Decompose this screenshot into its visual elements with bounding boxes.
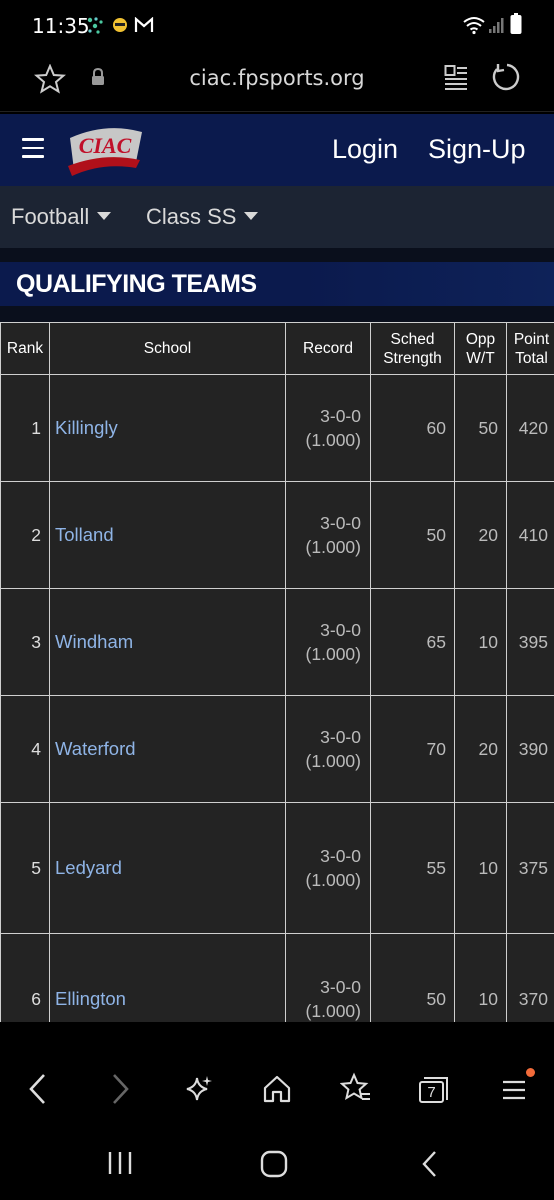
opp-wt-cell: 10: [454, 933, 507, 1022]
rank-cell: 5: [0, 802, 50, 934]
home-button-icon[interactable]: [260, 1150, 288, 1178]
table-row: 6 Ellington 3-0-0 (1.000) 50 10 370: [0, 933, 554, 1022]
status-bar: 11:35: [0, 0, 554, 50]
sched-strength-cell: 55: [370, 802, 455, 934]
signal-icon: [489, 18, 504, 33]
chevron-down-icon: [244, 212, 259, 220]
opp-wt-cell: 10: [454, 802, 507, 934]
column-header-sched-strength[interactable]: Sched Strength: [370, 322, 455, 375]
rank-cell: 4: [0, 695, 50, 803]
point-total-cell: 420: [506, 374, 554, 482]
table-header-row: Rank School Record Sched Strength Opp W/…: [0, 322, 554, 375]
tabs-button[interactable]: 7: [418, 1074, 450, 1104]
qualifying-teams-table[interactable]: Rank School Record Sched Strength Opp W/…: [0, 322, 554, 1022]
section-title: QUALIFYING TEAMS: [16, 270, 257, 298]
school-link[interactable]: Ledyard: [49, 802, 286, 934]
gmail-icon: [134, 17, 154, 32]
forward-arrow-icon[interactable]: [108, 1072, 132, 1106]
tab-count: 7: [427, 1084, 436, 1101]
reload-icon[interactable]: [490, 62, 520, 92]
emoji-notification-icon: [113, 18, 127, 32]
sched-strength-cell: 65: [370, 588, 455, 696]
point-total-cell: 410: [506, 481, 554, 589]
notification-dot: [526, 1068, 535, 1077]
table-row: 5 Ledyard 3-0-0 (1.000) 55 10 375: [0, 802, 554, 934]
system-back-icon[interactable]: [420, 1150, 440, 1178]
point-total-cell: 370: [506, 933, 554, 1022]
table-row: 2 Tolland 3-0-0 (1.000) 50 20 410: [0, 481, 554, 589]
battery-icon: [510, 13, 522, 34]
sched-strength-cell: 50: [370, 933, 455, 1022]
sched-strength-cell: 60: [370, 374, 455, 482]
school-link[interactable]: Tolland: [49, 481, 286, 589]
record-cell: 3-0-0 (1.000): [285, 481, 371, 589]
record-cell: 3-0-0 (1.000): [285, 588, 371, 696]
point-total-cell: 375: [506, 802, 554, 934]
opp-wt-cell: 20: [454, 481, 507, 589]
class-dropdown[interactable]: Class SS: [146, 204, 259, 230]
ciac-logo[interactable]: CIAC: [66, 122, 144, 180]
rank-cell: 2: [0, 481, 50, 589]
chevron-down-icon: [97, 212, 112, 220]
rank-cell: 1: [0, 374, 50, 482]
browser-menu-button[interactable]: [500, 1068, 535, 1104]
class-label: Class SS: [146, 204, 237, 229]
bookmarks-icon[interactable]: [340, 1072, 372, 1104]
wifi-icon: [463, 17, 485, 35]
section-header: QUALIFYING TEAMS: [0, 262, 554, 306]
reader-mode-icon[interactable]: [444, 64, 468, 90]
column-header-school[interactable]: School: [49, 322, 286, 375]
back-arrow-icon[interactable]: [26, 1072, 50, 1106]
ai-sparkle-icon[interactable]: [183, 1074, 213, 1104]
record-cell: 3-0-0 (1.000): [285, 695, 371, 803]
record-cell: 3-0-0 (1.000): [285, 374, 371, 482]
school-link[interactable]: Waterford: [49, 695, 286, 803]
column-header-rank[interactable]: Rank: [0, 322, 50, 375]
sport-dropdown[interactable]: Football: [11, 204, 112, 230]
table-row: 3 Windham 3-0-0 (1.000) 65 10 395: [0, 588, 554, 696]
point-total-cell: 390: [506, 695, 554, 803]
school-link[interactable]: Ellington: [49, 933, 286, 1022]
column-header-point-total[interactable]: Point Total: [506, 322, 554, 375]
site-header: CIAC Login Sign-Up: [0, 114, 554, 186]
opp-wt-cell: 50: [454, 374, 507, 482]
sched-strength-cell: 50: [370, 481, 455, 589]
page-bottom-spacer: [0, 1022, 554, 1050]
filter-bar: Football Class SS: [0, 186, 554, 248]
status-time: 11:35: [32, 14, 90, 38]
record-cell: 3-0-0 (1.000): [285, 802, 371, 934]
sport-label: Football: [11, 204, 90, 229]
record-cell: 3-0-0 (1.000): [285, 933, 371, 1022]
rank-cell: 6: [0, 933, 50, 1022]
divider: [0, 248, 554, 262]
signup-link[interactable]: Sign-Up: [428, 134, 526, 165]
divider: [0, 306, 554, 322]
logo-text: CIAC: [79, 133, 132, 158]
home-icon[interactable]: [262, 1074, 292, 1104]
table-row: 1 Killingly 3-0-0 (1.000) 60 50 420: [0, 374, 554, 482]
point-total-cell: 395: [506, 588, 554, 696]
login-link[interactable]: Login: [332, 134, 398, 165]
school-link[interactable]: Killingly: [49, 374, 286, 482]
menu-icon: [503, 1080, 525, 1100]
sched-strength-cell: 70: [370, 695, 455, 803]
browser-toolbar: 7: [0, 1050, 554, 1130]
rank-cell: 3: [0, 588, 50, 696]
app-notification-icon: [87, 17, 103, 34]
school-link[interactable]: Windham: [49, 588, 286, 696]
column-header-record[interactable]: Record: [285, 322, 371, 375]
recent-apps-icon[interactable]: [106, 1150, 134, 1176]
url-text[interactable]: ciac.fpsports.org: [0, 66, 554, 90]
opp-wt-cell: 10: [454, 588, 507, 696]
table-row: 4 Waterford 3-0-0 (1.000) 70 20 390: [0, 695, 554, 803]
opp-wt-cell: 20: [454, 695, 507, 803]
system-nav-bar: [0, 1130, 554, 1200]
column-header-opp-wt[interactable]: Opp W/T: [454, 322, 507, 375]
menu-icon[interactable]: [22, 138, 44, 160]
browser-url-bar: ciac.fpsports.org: [0, 50, 554, 112]
